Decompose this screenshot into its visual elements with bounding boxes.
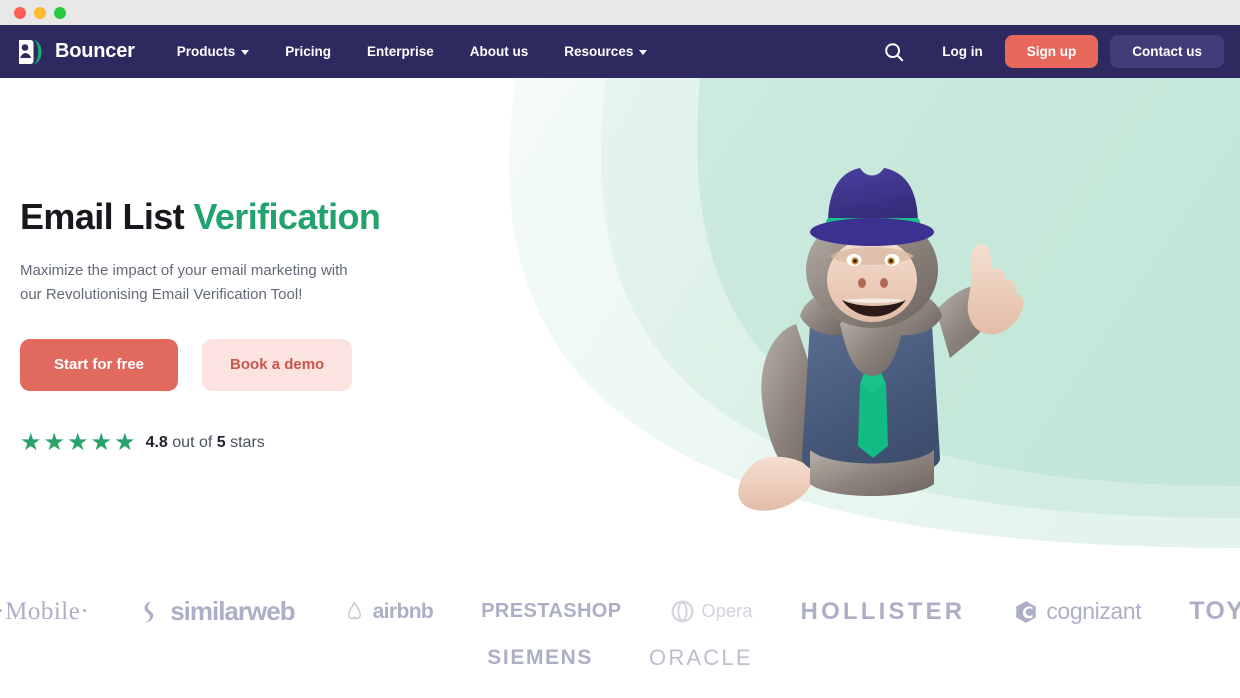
nav-item-resources[interactable]: Resources bbox=[546, 38, 665, 65]
chevron-down-icon bbox=[639, 50, 648, 55]
cognizant-mark-icon bbox=[1016, 600, 1037, 623]
nav-item-resources-label: Resources bbox=[564, 44, 634, 59]
chevron-down-icon bbox=[241, 50, 250, 55]
star-icons: ★ ★ ★ ★ ★ bbox=[20, 431, 136, 455]
rating-score: 4.8 bbox=[145, 434, 168, 452]
brand-name-text: Bouncer bbox=[55, 40, 135, 62]
start-for-free-button[interactable]: Start for free bbox=[20, 339, 179, 392]
airbnb-logo-label: airbnb bbox=[372, 599, 434, 623]
nav-item-enterprise[interactable]: Enterprise bbox=[349, 38, 452, 65]
contact-us-button[interactable]: Contact us bbox=[1110, 35, 1224, 68]
hollister-logo: HOLLISTER bbox=[801, 598, 966, 626]
opera-logo: Opera bbox=[670, 599, 753, 624]
cognizant-logo-label: cognizant bbox=[1046, 598, 1142, 624]
logo-row-1: ·T· · ·Mobile· similarweb airbnb PRESTAS… bbox=[0, 596, 1240, 627]
nav-item-products[interactable]: Products bbox=[159, 38, 268, 65]
similarweb-logo-label: similarweb bbox=[170, 596, 295, 626]
hero-section: Email List Verification Maximize the imp… bbox=[0, 78, 1240, 578]
nav-item-products-label: Products bbox=[176, 44, 236, 59]
star-icon: ★ bbox=[114, 429, 136, 457]
nav-item-pricing[interactable]: Pricing bbox=[267, 38, 349, 65]
customer-logo-strip: ·T· · ·Mobile· similarweb airbnb PRESTAS… bbox=[0, 578, 1240, 681]
oracle-logo: ORACLE bbox=[649, 645, 753, 671]
star-icon: ★ bbox=[90, 429, 113, 457]
similarweb-logo: similarweb bbox=[137, 596, 296, 627]
hero-subtitle: Maximize the impact of your email market… bbox=[20, 259, 490, 307]
site-navbar: Bouncer Products Pricing Enterprise Abou… bbox=[0, 25, 1240, 78]
hero-copy: Email List Verification Maximize the imp… bbox=[20, 196, 490, 455]
page-viewport: Bouncer Products Pricing Enterprise Abou… bbox=[0, 25, 1240, 698]
hero-cta-group: Start for free Book a demo bbox=[20, 339, 490, 392]
hero-subtitle-line2: our Revolutionising Email Verification T… bbox=[20, 286, 303, 304]
rating-text: 4.8 out of 5 stars bbox=[146, 434, 265, 452]
bouncer-logo-icon bbox=[19, 38, 42, 65]
star-rating: ★ ★ ★ ★ ★ 4.8 out of 5 stars bbox=[20, 431, 490, 455]
prestashop-logo-label: PRESTASHOP bbox=[481, 600, 622, 622]
minimize-window-button[interactable] bbox=[34, 6, 46, 19]
airbnb-logo: airbnb bbox=[343, 600, 434, 624]
brand-logo-link[interactable]: Bouncer bbox=[14, 36, 135, 68]
similarweb-mark-icon bbox=[144, 600, 154, 623]
window-titlebar bbox=[0, 0, 1240, 25]
star-icon: ★ bbox=[20, 429, 42, 457]
siemens-logo: SIEMENS bbox=[487, 646, 593, 670]
hero-title-plain: Email List bbox=[20, 196, 194, 237]
nav-item-pricing-label: Pricing bbox=[285, 44, 332, 59]
nav-item-about-us[interactable]: About us bbox=[452, 38, 547, 65]
nav-item-enterprise-label: Enterprise bbox=[367, 44, 434, 59]
rating-suffix: stars bbox=[225, 434, 265, 452]
t-mobile-logo: ·T· · ·Mobile· bbox=[0, 598, 89, 626]
rating-max: 5 bbox=[216, 434, 226, 452]
hollister-logo-label: HOLLISTER bbox=[800, 597, 966, 625]
login-link[interactable]: Log in bbox=[926, 36, 999, 67]
toyota-logo-label: TOYOTA bbox=[1189, 597, 1240, 625]
siemens-logo-label: SIEMENS bbox=[487, 646, 594, 669]
close-window-button[interactable] bbox=[14, 6, 26, 19]
star-icon: ★ bbox=[67, 429, 89, 457]
logo-row-2: SIEMENS ORACLE bbox=[0, 645, 1240, 671]
opera-mark-icon bbox=[670, 600, 694, 623]
oracle-logo-label: ORACLE bbox=[649, 645, 753, 670]
prestashop-logo: PRESTASHOP bbox=[481, 600, 621, 623]
hero-subtitle-line1: Maximize the impact of your email market… bbox=[20, 262, 348, 280]
opera-logo-label: Opera bbox=[701, 601, 753, 621]
page-title: Email List Verification bbox=[20, 196, 490, 237]
cognizant-logo: cognizant bbox=[1013, 598, 1142, 625]
traffic-light-group bbox=[14, 6, 66, 19]
t-mobile-logo-label: ·T· · ·Mobile· bbox=[0, 597, 90, 625]
book-a-demo-button[interactable]: Book a demo bbox=[202, 339, 353, 392]
nav-links: Products Pricing Enterprise About us Res… bbox=[159, 38, 666, 65]
toyota-logo: TOYOTA bbox=[1189, 597, 1240, 626]
sign-up-button[interactable]: Sign up bbox=[1004, 35, 1099, 68]
maximize-window-button[interactable] bbox=[54, 6, 66, 19]
browser-window: Bouncer Products Pricing Enterprise Abou… bbox=[0, 0, 1240, 698]
gorilla-mascot-illustration bbox=[738, 168, 1024, 511]
nav-actions: Log in Sign up Contact us bbox=[876, 34, 1224, 70]
rating-middle-text: out of bbox=[167, 434, 217, 452]
airbnb-mark-icon bbox=[347, 601, 361, 620]
star-icon: ★ bbox=[43, 429, 66, 457]
nav-item-about-us-label: About us bbox=[469, 44, 529, 59]
hero-title-accent: Verification bbox=[193, 196, 381, 237]
search-icon[interactable] bbox=[876, 34, 912, 70]
